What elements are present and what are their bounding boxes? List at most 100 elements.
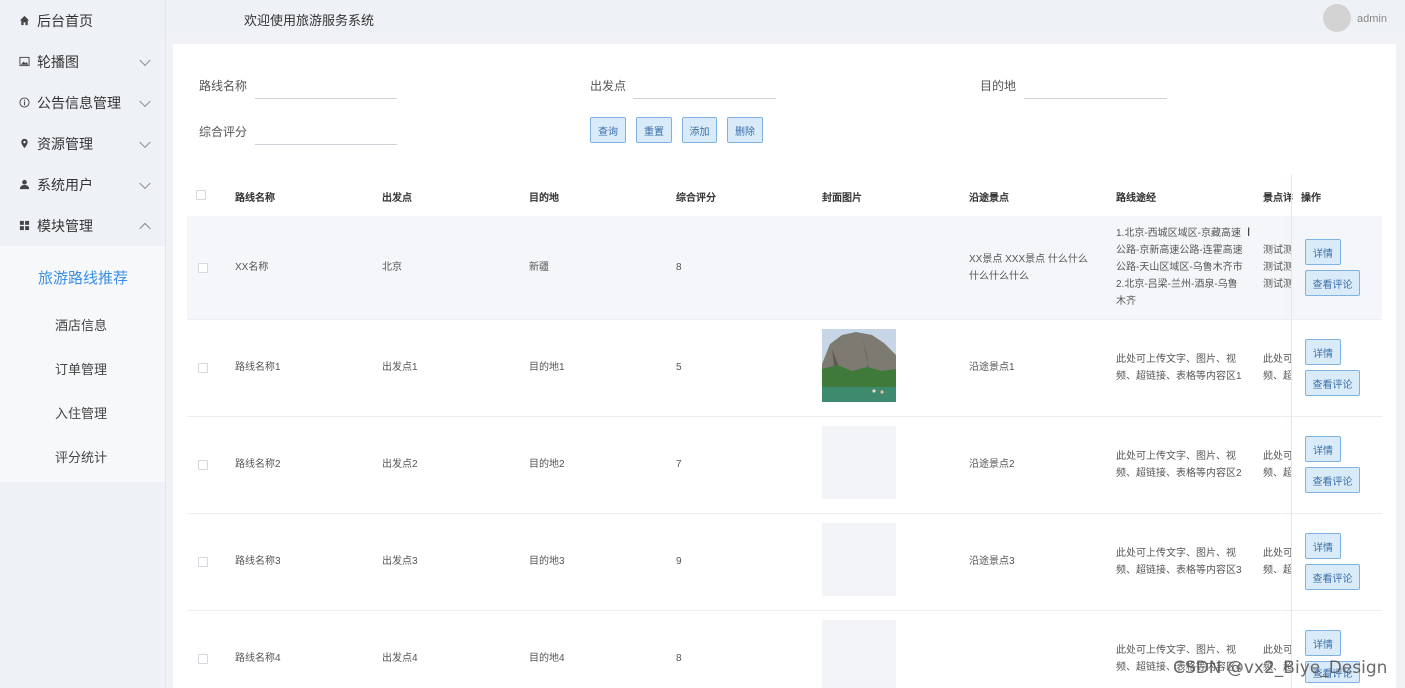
cell-start: 出发点1 <box>382 362 418 373</box>
sidebar-item-home[interactable]: 后台首页 <box>0 0 165 41</box>
submenu-item-orders[interactable]: 订单管理 <box>0 346 165 390</box>
submenu: 旅游路线推荐 酒店信息 订单管理 入住管理 评分统计 <box>0 246 165 482</box>
cell-start: 出发点2 <box>382 459 418 470</box>
query-button[interactable]: 查询 <box>590 117 626 143</box>
view-comments-button[interactable]: 查看评论 <box>1305 370 1360 396</box>
cell-detail: 此处可 频、超 <box>1263 451 1291 479</box>
column-header: 路线名称 <box>235 193 275 204</box>
row-checkbox[interactable] <box>198 363 208 373</box>
username[interactable]: admin <box>1357 13 1387 25</box>
cell-route-name: 路线名称1 <box>235 362 281 373</box>
cell-destination: 目的地4 <box>529 653 565 664</box>
column-header: 综合评分 <box>676 193 716 204</box>
sidebar-item-carousel[interactable]: 轮播图 <box>0 41 165 82</box>
cell-route-via: 此处可上传文字、图片、视 频、超链接、表格等内容区3 <box>1116 548 1242 576</box>
grid-icon <box>18 220 30 232</box>
submenu-item-ratings[interactable]: 评分统计 <box>0 434 165 478</box>
sidebar-item-label: 模块管理 <box>37 217 93 234</box>
image-icon <box>18 56 30 68</box>
cell-route-name: 路线名称4 <box>235 653 281 664</box>
detail-button[interactable]: 详情 <box>1305 533 1341 559</box>
cell-detail: 此处可 频、超 <box>1263 548 1291 576</box>
sidebar-item-modules[interactable]: 模块管理 <box>0 205 165 246</box>
cell-route-name: 路线名称2 <box>235 459 281 470</box>
chevron-down-icon <box>139 136 151 148</box>
cell-spots: 沿途景点2 <box>969 459 1015 470</box>
detail-button[interactable]: 详情 <box>1305 339 1341 365</box>
cell-detail: 测试测 测试测 测试测 <box>1263 245 1291 290</box>
sidebar-item-users[interactable]: 系统用户 <box>0 164 165 205</box>
cell-detail: 此处可 频、超 <box>1263 354 1291 382</box>
user-icon <box>18 179 30 191</box>
cell-rating: 8 <box>676 262 682 273</box>
submenu-item-hotels[interactable]: 酒店信息 <box>0 302 165 346</box>
column-header: 沿途景点 <box>969 193 1009 204</box>
reset-button[interactable]: 重置 <box>636 117 672 143</box>
text-cursor-icon: I <box>1247 225 1251 239</box>
cell-rating: 5 <box>676 362 682 373</box>
delete-button[interactable]: 删除 <box>727 117 763 143</box>
watermark: CSDN @vx2_Biye_Design <box>1173 658 1388 678</box>
sidebar-item-label: 系统用户 <box>37 176 93 193</box>
view-comments-button[interactable]: 查看评论 <box>1305 467 1360 493</box>
info-icon <box>18 97 30 109</box>
view-comments-button[interactable]: 查看评论 <box>1305 564 1360 590</box>
select-all-checkbox[interactable] <box>196 190 206 200</box>
row-checkbox[interactable] <box>198 654 208 664</box>
detail-button[interactable]: 详情 <box>1305 239 1341 265</box>
cell-start: 出发点4 <box>382 653 418 664</box>
cell-route-name: XX名称 <box>235 262 269 273</box>
sidebar-item-label: 公告信息管理 <box>37 94 121 111</box>
column-header: 操作 <box>1301 193 1321 204</box>
row-checkbox[interactable] <box>198 263 208 273</box>
column-header: 路线途经 <box>1116 193 1156 204</box>
rating-label: 综合评分 <box>199 125 248 139</box>
submenu-item-travel-routes[interactable]: 旅游路线推荐 <box>0 252 165 302</box>
chevron-down-icon <box>139 54 151 66</box>
detail-button[interactable]: 详情 <box>1305 630 1341 656</box>
add-button[interactable]: 添加 <box>682 117 717 143</box>
cell-rating: 9 <box>676 556 682 567</box>
submenu-item-checkin[interactable]: 入住管理 <box>0 390 165 434</box>
detail-button[interactable]: 详情 <box>1305 436 1341 462</box>
cover-image-placeholder <box>822 426 896 499</box>
cover-image-placeholder <box>822 620 896 688</box>
row-checkbox[interactable] <box>198 460 208 470</box>
column-header: 封面图片 <box>822 193 862 204</box>
cell-destination: 目的地2 <box>529 459 565 470</box>
avatar[interactable] <box>1323 4 1351 32</box>
route-name-label: 路线名称 <box>199 79 248 93</box>
row-checkbox[interactable] <box>198 557 208 567</box>
sidebar-item-notice[interactable]: 公告信息管理 <box>0 82 165 123</box>
cell-rating: 7 <box>676 459 682 470</box>
route-name-input[interactable] <box>255 77 397 99</box>
column-header: 景点详 <box>1263 193 1293 204</box>
cover-image-placeholder <box>822 523 896 596</box>
destination-label: 目的地 <box>980 79 1017 93</box>
view-comments-button[interactable]: 查看评论 <box>1305 270 1360 296</box>
cell-spots: XX景点 XXX景点 什么什么 什么什么什么 <box>969 254 1088 282</box>
sidebar: 后台首页 轮播图 公告信息管理 资源管理 系统用户 模块管理 旅游路线推荐 酒店… <box>0 0 166 688</box>
chevron-down-icon <box>139 95 151 107</box>
home-icon <box>18 15 30 27</box>
sidebar-item-label: 资源管理 <box>37 135 93 152</box>
cell-route-via: 1.北京-西城区域区-京藏高速 公路-京新高速公路-连霍高速 公路-天山区域区-… <box>1116 228 1243 307</box>
cover-image <box>822 329 896 402</box>
cell-spots: 沿途景点3 <box>969 556 1015 567</box>
fixed-column-divider <box>1291 174 1292 688</box>
cell-start: 出发点3 <box>382 556 418 567</box>
start-label: 出发点 <box>590 79 627 93</box>
chevron-down-icon <box>139 177 151 189</box>
destination-input[interactable] <box>1024 77 1167 99</box>
start-input[interactable] <box>633 77 776 99</box>
cell-spots: 沿途景点1 <box>969 362 1015 373</box>
cell-route-name: 路线名称3 <box>235 556 281 567</box>
chevron-up-icon <box>139 222 151 234</box>
sidebar-item-label: 后台首页 <box>37 12 93 29</box>
cell-route-via: 此处可上传文字、图片、视 频、超链接、表格等内容区2 <box>1116 451 1242 479</box>
sidebar-item-label: 轮播图 <box>37 53 79 70</box>
cell-route-via: 此处可上传文字、图片、视 频、超链接、表格等内容区1 <box>1116 354 1242 382</box>
sidebar-item-resource[interactable]: 资源管理 <box>0 123 165 164</box>
top-header: 欢迎使用旅游服务系统 admin <box>166 0 1405 38</box>
rating-input[interactable] <box>255 123 397 145</box>
